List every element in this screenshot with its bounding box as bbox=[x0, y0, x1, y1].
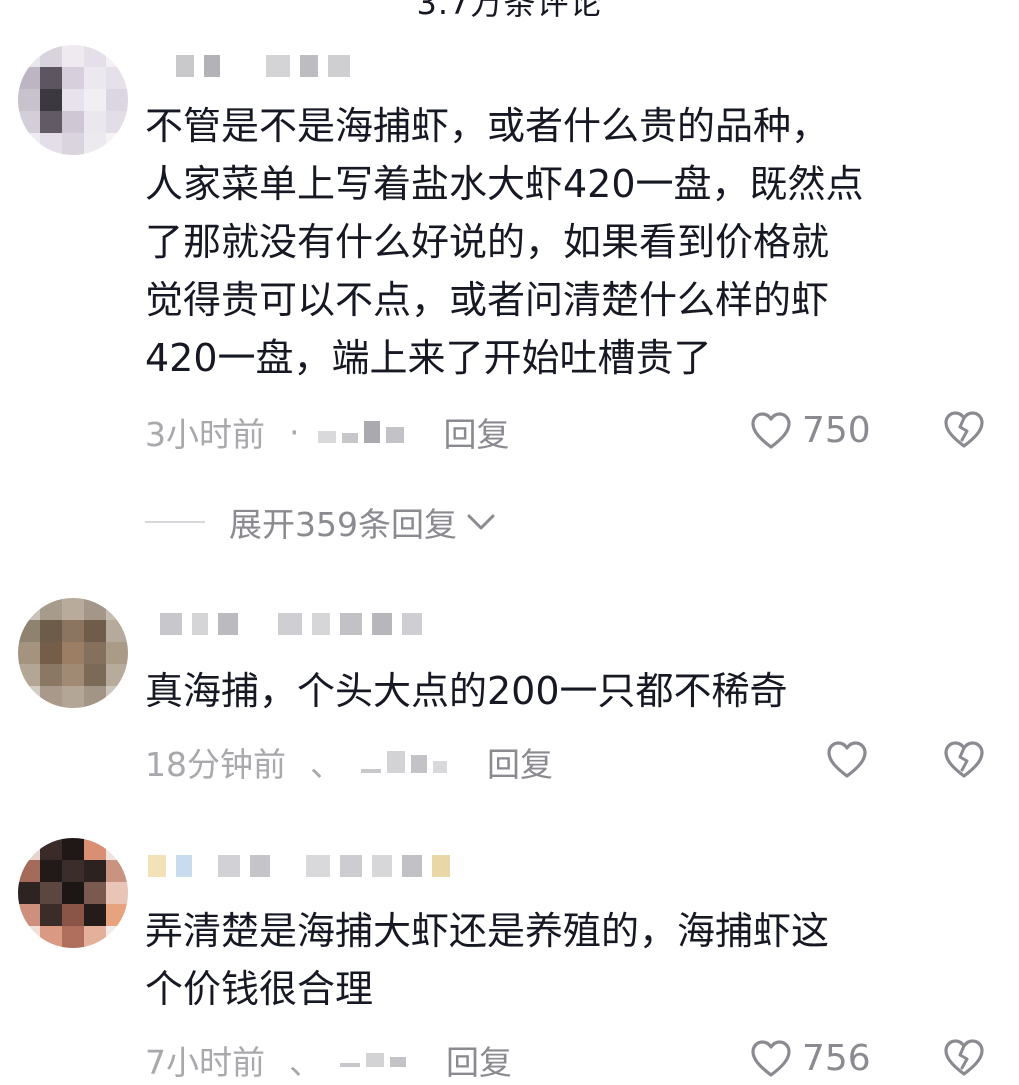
avatar[interactable] bbox=[18, 598, 128, 708]
location-blurred bbox=[361, 751, 447, 773]
like-button[interactable] bbox=[826, 740, 878, 780]
like-count: 750 bbox=[802, 410, 871, 451]
expand-replies-label: 展开359条回复 bbox=[229, 505, 457, 544]
reply-button[interactable]: 回复 bbox=[444, 408, 510, 456]
timestamp: 18分钟前 bbox=[145, 745, 286, 784]
reply-button[interactable]: 回复 bbox=[446, 1036, 512, 1084]
avatar[interactable] bbox=[18, 838, 128, 948]
separator: 、 bbox=[289, 1043, 322, 1082]
chevron-down-icon bbox=[467, 514, 495, 530]
username-blurred[interactable] bbox=[148, 848, 450, 884]
comment-meta: 3小时前 · 回复 bbox=[145, 407, 1019, 457]
expand-replies-button[interactable]: 展开359条回复 bbox=[145, 498, 497, 546]
comment-text: 真海捕，个头大点的200一只都不稀奇 bbox=[145, 669, 788, 713]
broken-heart-icon bbox=[944, 411, 984, 448]
comment-meta: 7小时前 、 回复 bbox=[145, 1035, 1019, 1085]
separator: · bbox=[289, 412, 300, 452]
like-button[interactable]: 750 bbox=[750, 410, 871, 451]
reply-button[interactable]: 回复 bbox=[487, 738, 553, 786]
divider-line bbox=[145, 521, 205, 523]
broken-heart-icon bbox=[944, 741, 984, 778]
separator: 、 bbox=[310, 745, 343, 784]
dislike-button[interactable] bbox=[943, 1038, 985, 1078]
comment-count-title: 3.7万条评论 bbox=[416, 0, 603, 22]
timestamp: 7小时前 bbox=[145, 1043, 265, 1082]
dislike-button[interactable] bbox=[943, 410, 985, 450]
broken-heart-icon bbox=[944, 1039, 984, 1076]
avatar[interactable] bbox=[18, 45, 128, 155]
username-blurred[interactable] bbox=[148, 48, 350, 84]
comment-text: 不管是不是海捕虾，或者什么贵的品种， 人家菜单上写着盐水大虾420一盘，既然点 … bbox=[145, 104, 864, 380]
location-blurred bbox=[317, 421, 404, 443]
comment-meta: 18分钟前 、 回复 bbox=[145, 737, 1019, 787]
comment-text: 弄清楚是海捕大虾还是养殖的，海捕虾这 个价钱很合理 bbox=[145, 909, 830, 1011]
heart-outline-icon bbox=[827, 741, 867, 778]
heart-outline-icon bbox=[751, 411, 791, 449]
dislike-button[interactable] bbox=[943, 740, 985, 780]
timestamp: 3小时前 bbox=[145, 415, 265, 454]
username-blurred[interactable] bbox=[148, 606, 422, 642]
location-blurred bbox=[340, 1053, 406, 1067]
